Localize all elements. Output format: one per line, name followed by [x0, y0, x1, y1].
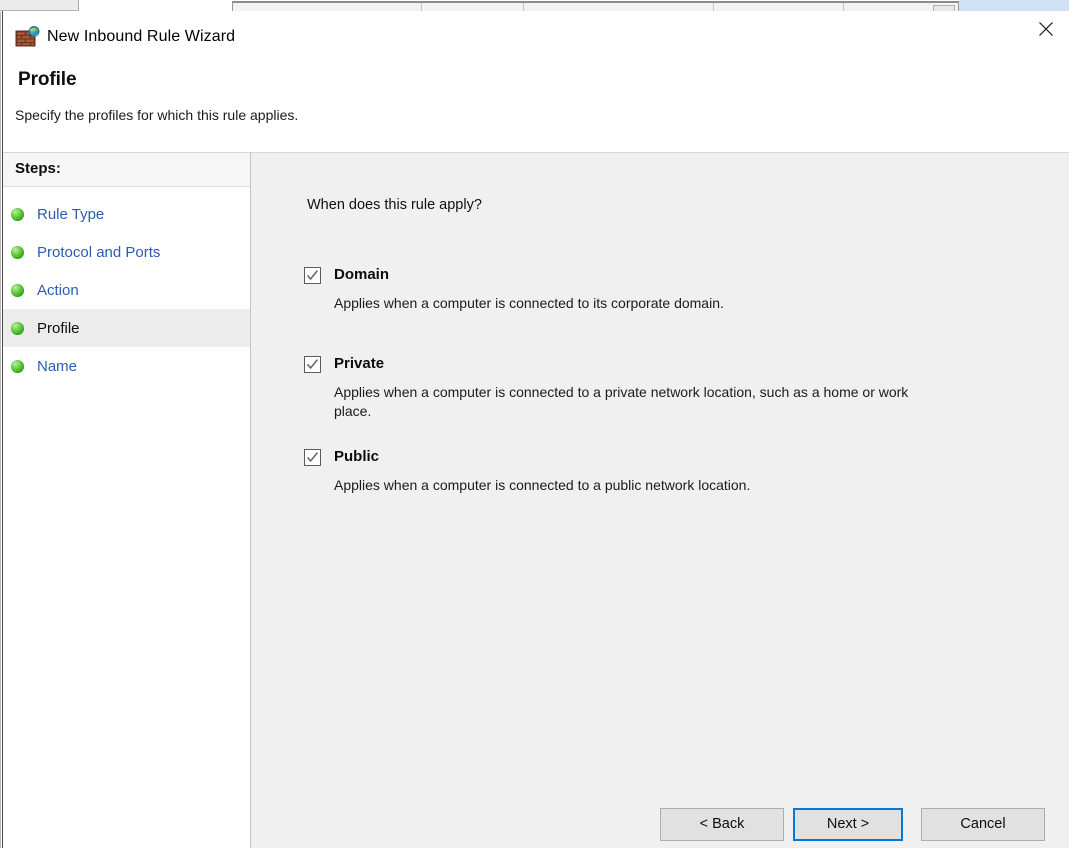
option-public: Public Applies when a computer is connec…: [304, 448, 1029, 495]
steps-sidebar: Steps: Rule Type Protocol and Ports Acti…: [3, 152, 251, 848]
sidebar-item-profile[interactable]: Profile: [3, 309, 250, 347]
steps-list: Rule Type Protocol and Ports Action Prof…: [3, 187, 250, 385]
option-private-label: Private: [334, 355, 385, 372]
sidebar-item-label: Protocol and Ports: [37, 243, 161, 261]
sidebar-item-label: Rule Type: [37, 205, 105, 223]
option-domain: Domain Applies when a computer is connec…: [304, 266, 1029, 313]
dialog-titlebar: New Inbound Rule Wizard: [3, 11, 1069, 58]
background-column-divider: [713, 3, 714, 11]
steps-heading: Steps:: [15, 160, 61, 177]
new-inbound-rule-wizard-dialog: New Inbound Rule Wizard Profile Specify …: [2, 11, 1069, 848]
background-edge-line: [0, 12, 1, 848]
back-button[interactable]: < Back: [660, 808, 784, 841]
dialog-title: New Inbound Rule Wizard: [47, 28, 236, 45]
green-sphere-icon: [11, 283, 24, 297]
content-panel: When does this rule apply? Domain Applie…: [251, 152, 1069, 848]
sidebar-item-protocol-and-ports[interactable]: Protocol and Ports: [3, 233, 250, 271]
background-column-divider: [523, 3, 524, 11]
dialog-body: Steps: Rule Type Protocol and Ports Acti…: [3, 152, 1069, 848]
sidebar-item-label: Name: [37, 357, 78, 375]
firewall-brick-globe-icon: [15, 26, 41, 48]
sidebar-item-label: Profile: [37, 319, 80, 337]
cancel-button[interactable]: Cancel: [921, 808, 1045, 841]
option-public-description: Applies when a computer is connected to …: [334, 477, 751, 493]
option-domain-label: Domain: [334, 266, 390, 283]
background-window-left-panel: [0, 0, 79, 11]
green-sphere-icon: [11, 359, 24, 373]
steps-header: Steps:: [3, 153, 250, 187]
close-icon[interactable]: [1023, 11, 1069, 43]
sidebar-item-action[interactable]: Action: [3, 271, 250, 309]
option-public-row[interactable]: Public: [304, 448, 1029, 466]
option-private-description: Applies when a computer is connected to …: [334, 384, 909, 419]
page-subtitle: Specify the profiles for which this rule…: [15, 107, 299, 123]
option-domain-row[interactable]: Domain: [304, 266, 1029, 284]
option-private-row[interactable]: Private: [304, 355, 1029, 373]
option-private: Private Applies when a computer is conne…: [304, 355, 1029, 421]
dialog-header: Profile Specify the profiles for which t…: [3, 58, 1069, 152]
page-title: Profile: [18, 69, 77, 90]
background-column-divider: [421, 3, 422, 11]
background-column-divider: [843, 3, 844, 11]
sidebar-item-label: Action: [37, 281, 79, 299]
option-public-label: Public: [334, 448, 380, 465]
checkbox-domain[interactable]: [304, 267, 321, 284]
dialog-button-row: < Back Next > Cancel: [251, 808, 1069, 841]
green-sphere-icon: [11, 321, 24, 335]
content-question: When does this rule apply?: [307, 197, 482, 213]
green-sphere-icon: [11, 207, 24, 221]
checkbox-private[interactable]: [304, 356, 321, 373]
sidebar-item-rule-type[interactable]: Rule Type: [3, 195, 250, 233]
green-sphere-icon: [11, 245, 24, 259]
next-button[interactable]: Next >: [793, 808, 903, 841]
option-domain-description: Applies when a computer is connected to …: [334, 295, 724, 311]
sidebar-item-name[interactable]: Name: [3, 347, 250, 385]
profile-options-group: Domain Applies when a computer is connec…: [304, 266, 1029, 495]
checkbox-public[interactable]: [304, 449, 321, 466]
